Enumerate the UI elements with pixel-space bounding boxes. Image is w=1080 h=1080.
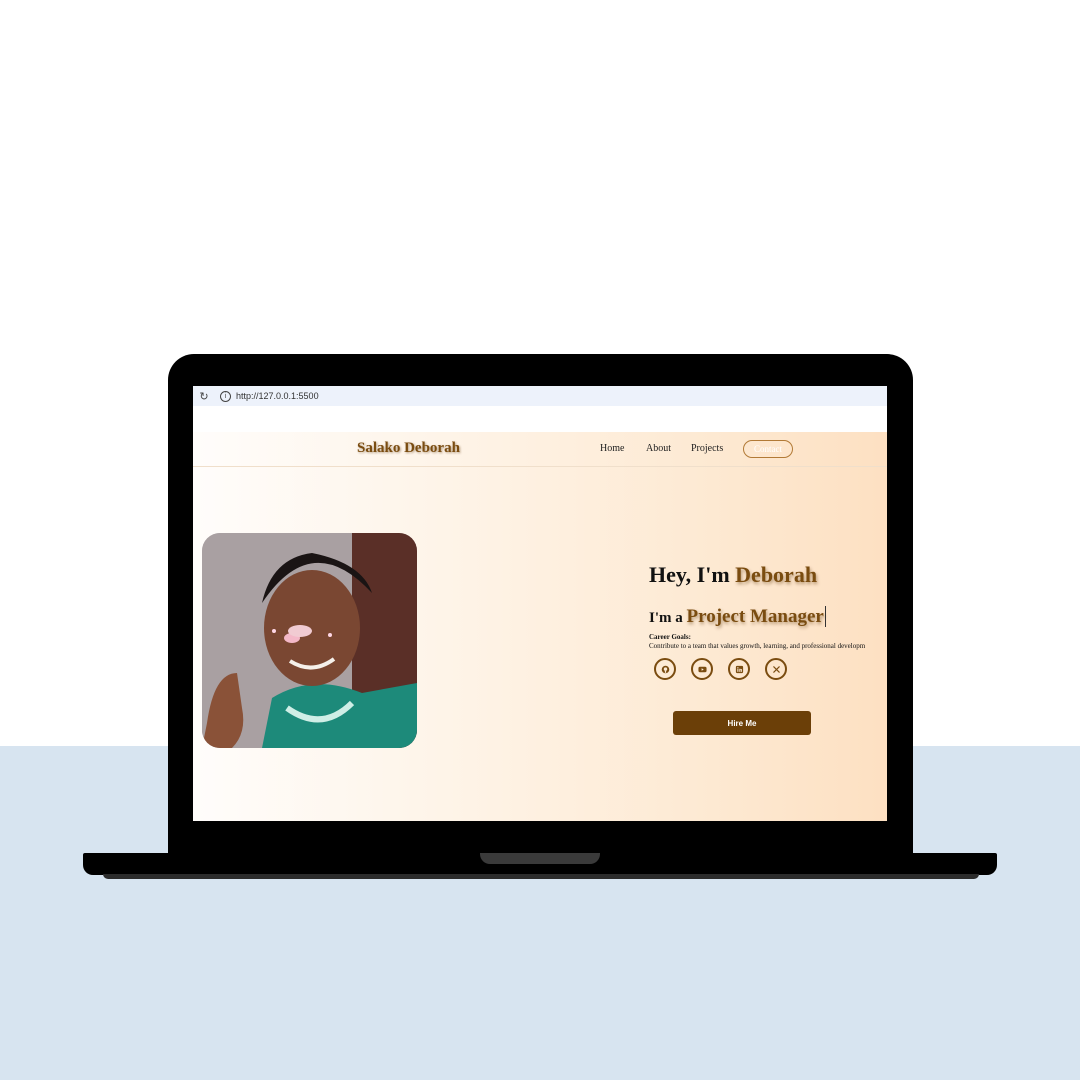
portfolio-page: Salako Deborah Home About Projects Conta… <box>193 432 887 821</box>
github-icon <box>661 665 669 673</box>
career-goals-text: Contribute to a team that values growth,… <box>649 642 866 650</box>
profile-photo <box>202 533 417 748</box>
nav-home-link[interactable]: Home <box>600 443 624 454</box>
nav-projects-link[interactable]: Projects <box>691 443 723 454</box>
linkedin-icon <box>735 665 743 673</box>
hero-name: Deborah <box>735 562 818 587</box>
nav-contact-button[interactable]: Contact <box>743 440 793 458</box>
x-icon <box>772 665 780 673</box>
linkedin-link[interactable] <box>728 658 750 680</box>
brand-logo[interactable]: Salako Deborah <box>357 440 460 457</box>
hero-role: Project Manager <box>686 606 826 627</box>
hero-greeting: Hey, I'm Deborah <box>649 562 817 588</box>
browser-address-bar: ↻ i http://127.0.0.1:5500 <box>193 386 887 406</box>
github-link[interactable] <box>654 658 676 680</box>
laptop-foot <box>103 874 979 879</box>
youtube-link[interactable] <box>691 658 713 680</box>
navbar: Salako Deborah Home About Projects Conta… <box>193 432 887 467</box>
career-goals-title: Career Goals: <box>649 633 691 641</box>
url-field[interactable]: i http://127.0.0.1:5500 <box>220 388 329 404</box>
url-text: http://127.0.0.1:5500 <box>236 391 319 401</box>
hero-role-line: I'm a Project Manager <box>649 606 826 628</box>
laptop-screen: ↻ i http://127.0.0.1:5500 Salako Deborah… <box>193 386 887 821</box>
nav-about-link[interactable]: About <box>646 443 671 454</box>
laptop-notch <box>480 853 600 864</box>
role-prefix: I'm a <box>649 610 687 626</box>
reload-icon[interactable]: ↻ <box>194 390 214 403</box>
profile-photo-illustration <box>202 533 417 748</box>
x-link[interactable] <box>765 658 787 680</box>
youtube-icon <box>697 666 707 672</box>
greeting-prefix: Hey, I'm <box>649 562 736 587</box>
site-info-icon[interactable]: i <box>220 390 231 402</box>
browser-toolbar-gap <box>193 406 887 432</box>
hire-me-button[interactable]: Hire Me <box>673 711 811 735</box>
